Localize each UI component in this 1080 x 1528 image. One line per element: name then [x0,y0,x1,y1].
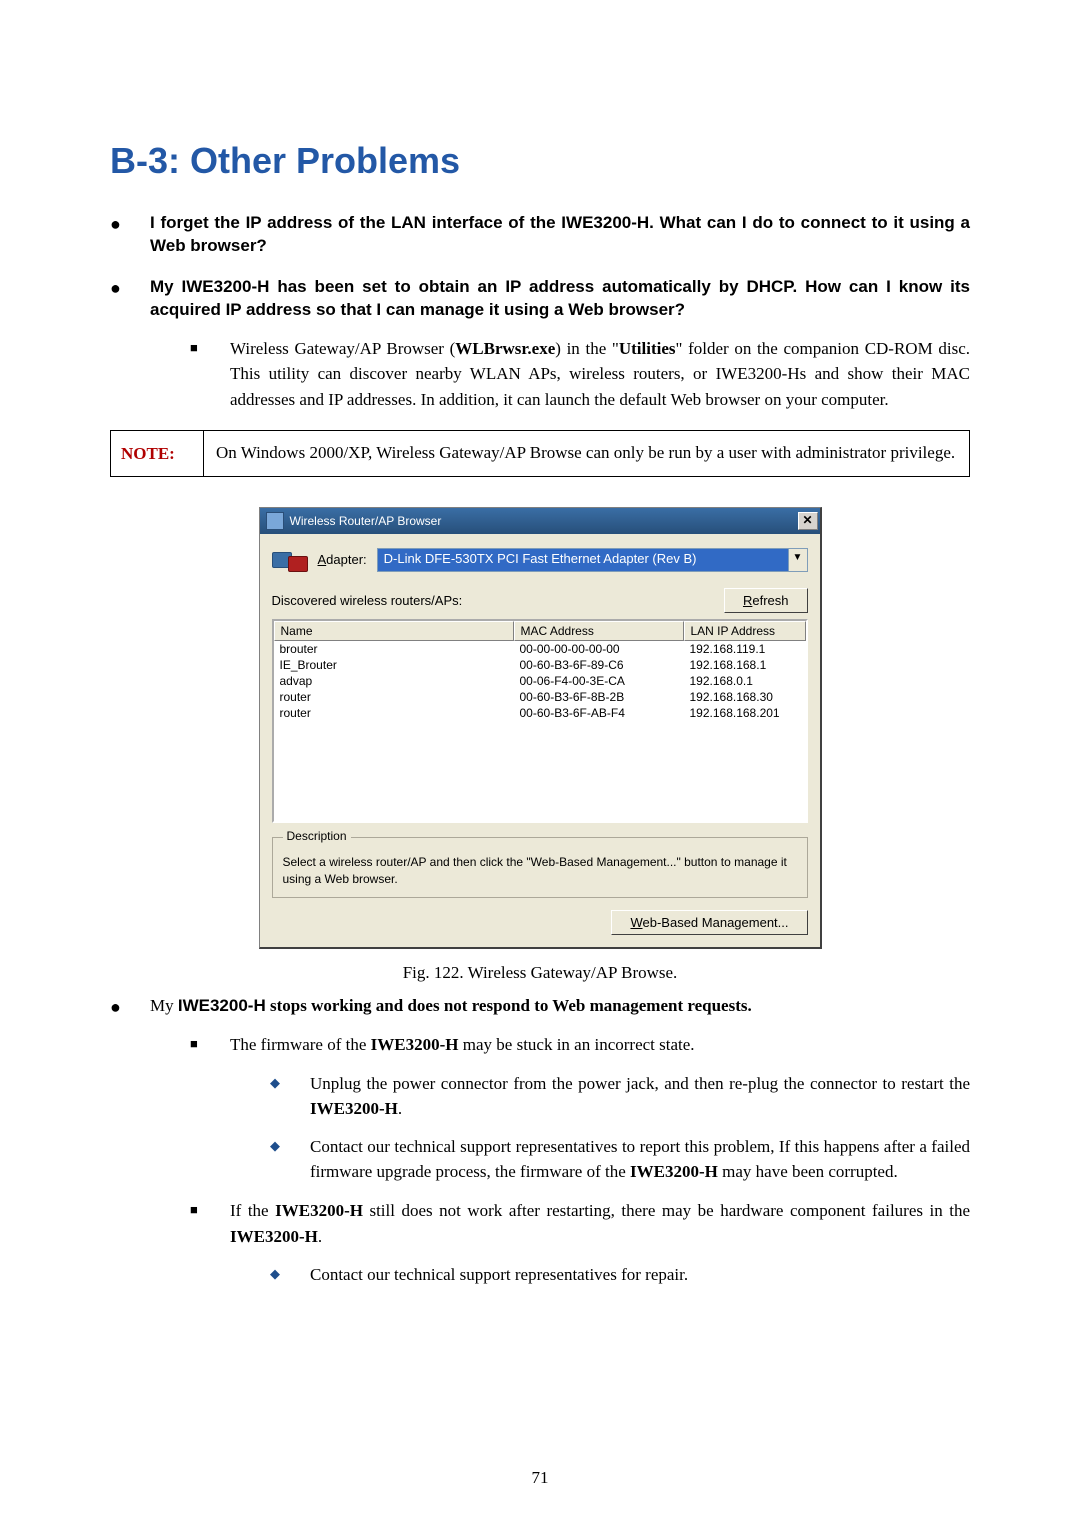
t: ) in the " [555,339,619,358]
t: IWE3200-H [178,996,266,1015]
mgmt-rest: eb-Based Management... [643,915,789,930]
discovered-label: Discovered wireless routers/APs: [272,593,463,608]
cell-ip: 192.168.119.1 [684,641,806,657]
q2-text: My IWE3200-H has been set to obtain an I… [150,277,970,319]
t: IWE3200-H [371,1035,459,1054]
cell-name: router [274,689,514,705]
adapter-value: D-Link DFE-530TX PCI Fast Ethernet Adapt… [378,549,788,571]
q2-subitem: Wireless Gateway/AP Browser (WLBrwsr.exe… [190,336,970,413]
sw-unplug: Unplug the power connector from the powe… [270,1072,970,1121]
t: IWE3200-H [275,1201,363,1220]
app-icon [266,512,284,530]
wireless-browser-window: Wireless Router/AP Browser ✕ Adapter: D-… [259,507,822,950]
note-box: NOTE: On Windows 2000/XP, Wireless Gatew… [110,430,970,477]
refresh-mnemonic: R [743,593,752,608]
router-listview[interactable]: Name MAC Address LAN IP Address brouter … [272,619,808,823]
listview-header: Name MAC Address LAN IP Address [274,621,806,641]
adapter-mnemonic: A [318,552,327,567]
t: IWE3200-H [630,1162,718,1181]
cell-mac: 00-60-B3-6F-8B-2B [514,689,684,705]
hw-contact-repair: Contact our technical support representa… [270,1263,970,1288]
sw-firmware-stuck: The firmware of the IWE3200-H may be stu… [190,1032,970,1184]
section-heading: B-3: Other Problems [110,140,970,182]
discovered-row: Discovered wireless routers/APs: Refresh [272,588,808,613]
table-row[interactable]: brouter 00-00-00-00-00-00 192.168.119.1 [274,641,806,657]
t: IWE3200-H [310,1099,398,1118]
t: The firmware of the [230,1035,371,1054]
web-management-button[interactable]: Web-Based Management... [611,910,807,935]
chevron-down-icon[interactable]: ▼ [788,549,807,571]
q1-text: I forget the IP address of the LAN inter… [150,213,970,255]
groupbox-text: Select a wireless router/AP and then cli… [283,854,797,888]
bottom-bullet-list: My IWE3200-H stops working and does not … [110,995,970,1288]
groupbox-title: Description [283,829,351,843]
t: My [150,996,178,1015]
t: . [318,1227,322,1246]
t: still does not work after restarting, th… [363,1201,970,1220]
bullet-dhcp: My IWE3200-H has been set to obtain an I… [110,276,970,412]
description-groupbox: Description Select a wireless router/AP … [272,837,808,899]
network-icon [272,544,308,576]
t: If the [230,1201,275,1220]
cell-mac: 00-60-B3-6F-AB-F4 [514,705,684,721]
cell-name: IE_Brouter [274,657,514,673]
hw-diamond-list: Contact our technical support representa… [230,1263,970,1288]
col-ip[interactable]: LAN IP Address [684,621,806,641]
t: Wireless Gateway/AP Browser ( [230,339,455,358]
adapter-row: Adapter: D-Link DFE-530TX PCI Fast Ether… [272,544,808,576]
cell-mac: 00-00-00-00-00-00 [514,641,684,657]
cell-mac: 00-06-F4-00-3E-CA [514,673,684,689]
note-label: NOTE: [111,431,204,476]
page: B-3: Other Problems I forget the IP addr… [0,0,1080,1528]
col-mac[interactable]: MAC Address [514,621,684,641]
cell-ip: 192.168.0.1 [684,673,806,689]
adapter-label-rest: dapter: [326,552,366,567]
sw-diamond-list: Unplug the power connector from the powe… [230,1072,970,1185]
t: stops working and does not respond to We… [266,996,752,1015]
cell-ip: 192.168.168.30 [684,689,806,705]
table-row[interactable]: IE_Brouter 00-60-B3-6F-89-C6 192.168.168… [274,657,806,673]
window-titlebar: Wireless Router/AP Browser ✕ [260,508,820,534]
cell-ip: 192.168.168.1 [684,657,806,673]
t: may be stuck in an incorrect state. [459,1035,695,1054]
cell-mac: 00-60-B3-6F-89-C6 [514,657,684,673]
mgmt-mnemonic: W [630,915,642,930]
figure-wrapper: Wireless Router/AP Browser ✕ Adapter: D-… [110,507,970,950]
button-row: Web-Based Management... [272,910,808,935]
table-row[interactable]: advap 00-06-F4-00-3E-CA 192.168.0.1 [274,673,806,689]
t: Contact our technical support representa… [310,1265,688,1284]
t: IWE3200-H [230,1227,318,1246]
refresh-rest: efresh [752,593,788,608]
cell-name: brouter [274,641,514,657]
page-number: 71 [0,1468,1080,1488]
sw-sublist: The firmware of the IWE3200-H may be stu… [150,1032,970,1288]
t: WLBrwsr.exe [455,339,555,358]
window-title: Wireless Router/AP Browser [290,514,798,528]
q2-sublist: Wireless Gateway/AP Browser (WLBrwsr.exe… [150,336,970,413]
sw-hardware-failure: If the IWE3200-H still does not work aft… [190,1198,970,1288]
t: . [398,1099,402,1118]
close-button[interactable]: ✕ [798,512,818,530]
col-name[interactable]: Name [274,621,514,641]
bullet-forgot-ip: I forget the IP address of the LAN inter… [110,212,970,258]
bullet-stops-working: My IWE3200-H stops working and does not … [110,995,970,1288]
adapter-label: Adapter: [318,552,367,567]
refresh-button[interactable]: Refresh [724,588,808,613]
cell-name: advap [274,673,514,689]
table-row[interactable]: router 00-60-B3-6F-8B-2B 192.168.168.30 [274,689,806,705]
t: Utilities [619,339,676,358]
top-bullet-list: I forget the IP address of the LAN inter… [110,212,970,412]
cell-name: router [274,705,514,721]
t: may have been corrupted. [718,1162,898,1181]
t: Unplug the power connector from the powe… [310,1074,970,1093]
table-row[interactable]: router 00-60-B3-6F-AB-F4 192.168.168.201 [274,705,806,721]
window-body: Adapter: D-Link DFE-530TX PCI Fast Ether… [260,534,820,948]
note-body: On Windows 2000/XP, Wireless Gateway/AP … [204,431,969,476]
adapter-combobox[interactable]: D-Link DFE-530TX PCI Fast Ethernet Adapt… [377,548,808,572]
figure-caption: Fig. 122. Wireless Gateway/AP Browse. [110,963,970,983]
sw-contact-support: Contact our technical support representa… [270,1135,970,1184]
cell-ip: 192.168.168.201 [684,705,806,721]
